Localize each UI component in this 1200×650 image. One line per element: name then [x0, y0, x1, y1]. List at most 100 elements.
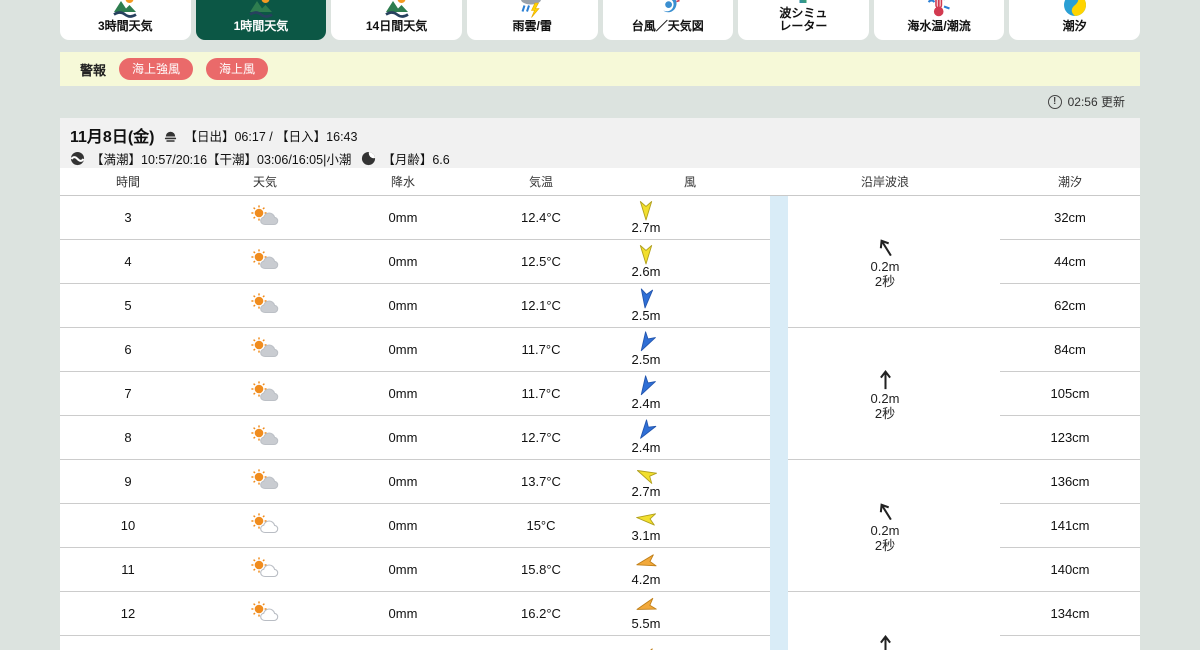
table-row: 12 0mm 16.2°C 5.5m [60, 592, 770, 636]
weather-icon [250, 381, 280, 406]
table-row: 3 0mm 12.4°C 2.7m [60, 196, 770, 240]
weather-icon [384, 0, 410, 18]
wind-direction-arrow: 4.2m [618, 552, 674, 587]
wind-direction-arrow: 2.7m [618, 464, 674, 499]
tab-tide[interactable]: 潮汐 [1009, 0, 1140, 40]
tab-label: 14日間天気 [365, 19, 428, 33]
warning-label: 警報 [80, 62, 107, 78]
temp-cell: 13.7°C [521, 474, 561, 489]
tide-level-cell: 84cm [1000, 328, 1140, 372]
tide-column: 32cm 44cm 62cm 84cm 105cm 123cm 136cm 141cm 140c… [1000, 196, 1140, 650]
update-time-text: 02:56 更新 [1067, 95, 1125, 109]
wind-direction-arrow: 2.7m [618, 200, 674, 235]
weather-cell [196, 425, 334, 450]
wave-direction-arrow [877, 499, 894, 523]
tab-3hour[interactable]: 3時間天気 [60, 0, 191, 40]
temp-cell: 12.7°C [521, 430, 561, 445]
column-header-2: 天気 [252, 175, 277, 189]
radar-icon [519, 0, 545, 18]
column-header-7: 潮汐 [1057, 175, 1082, 189]
wind-cell: 2.5m [610, 331, 770, 367]
weather-cell [196, 513, 334, 538]
tab-wavesim[interactable]: 波シミュ レーター [738, 0, 869, 40]
precip-cell: 0mm [388, 342, 418, 357]
hour-cell: 11 [121, 562, 135, 577]
info-icon: ! [1047, 94, 1062, 109]
hour-cell: 8 [124, 430, 132, 445]
weather-cell [196, 337, 334, 362]
wave-period: 2秒 [874, 537, 896, 553]
wind-speed: 2.7m [631, 484, 661, 499]
hour-cell: 10 [120, 518, 136, 533]
wind-direction-arrow: 5.5m [618, 596, 674, 631]
tab-radar[interactable]: 雨雲/雷 [466, 0, 598, 40]
table-row: 7 0mm 11.7°C 2.4m [60, 372, 770, 416]
tab-label: 1時間天気 [233, 19, 289, 33]
wind-speed: 5.5m [631, 616, 661, 631]
tide-times-text: 【満潮】10:57/20:16【干潮】03:06/16:05|小潮 [91, 152, 352, 167]
tab-14day[interactable]: 14日間天気 [331, 0, 462, 40]
tide-level-cell: 141cm [1000, 504, 1140, 548]
wind-speed: 4.2m [631, 572, 661, 587]
wave-direction-arrow [877, 367, 894, 391]
tab-label: 波シミュ レーター [779, 6, 828, 33]
temp-cell: 11.7°C [521, 386, 561, 401]
seatemp-icon [926, 0, 952, 18]
tide-level-cell: 134cm [1000, 592, 1140, 636]
wave-column-stripe [770, 196, 788, 650]
precip-cell: 0mm [388, 298, 418, 313]
tab-seatemp[interactable]: 海水温/潮流 [873, 0, 1005, 40]
wavesim-icon [790, 0, 816, 5]
warning-badge[interactable]: 海上強風 [119, 58, 194, 80]
column-header-1: 時間 [115, 175, 140, 189]
tab-label: 海水温/潮流 [907, 19, 971, 33]
table-row: 6 0mm 11.7°C 2.5m [60, 328, 770, 372]
precip-cell: 0mm [388, 606, 418, 621]
hour-cell: 5 [124, 298, 132, 313]
weather-icon [250, 337, 280, 362]
temp-cell: 12.5°C [521, 254, 561, 269]
weather-page: 3時間天気 1時間天気 14日間天気 雨雲/雷 台風／天気図 波シミュ レーター 海水温/潮… [0, 0, 1200, 650]
wave-direction-arrow [877, 235, 894, 259]
tab-label: 台風／天気図 [631, 19, 704, 33]
temp-cell: 12.1°C [521, 298, 561, 313]
weather-icon [250, 293, 280, 318]
table-row: 11 0mm 15.8°C 4.2m [60, 548, 770, 592]
wave-cell: 0.2m 2秒 [788, 196, 1000, 328]
weather-cell [196, 293, 334, 318]
date-label: 11月8日(金) [70, 129, 155, 146]
tab-bar: 3時間天気 1時間天気 14日間天気 雨雲/雷 台風／天気図 波シミュ レーター 海水温/潮… [60, 0, 1140, 40]
wind-direction-arrow: 2.4m [618, 375, 674, 411]
wind-speed: 2.5m [631, 308, 661, 323]
precip-cell: 0mm [388, 210, 418, 225]
tab-label: 潮汐 [1062, 19, 1087, 33]
hourly-rows: 3 0mm 12.4°C 2.7m 4 0mm 12.5°C 2.6m 5 0mm 12.1°C 2.… [60, 196, 770, 650]
wave-height: 0.2m [870, 390, 900, 406]
wind-direction-arrow: 2.4m [618, 419, 674, 455]
tab-label: 雨雲/雷 [512, 19, 552, 33]
sunrise-icon [163, 128, 178, 143]
tab-1hour[interactable]: 1時間天気 [195, 0, 327, 40]
weather-icon [250, 601, 280, 626]
wind-cell: 4.2m [610, 552, 770, 587]
weather-icon [250, 205, 280, 230]
weather-cell [196, 557, 334, 582]
tide-level-cell: 123cm [1000, 416, 1140, 460]
wind-speed: 3.1m [631, 528, 661, 543]
warning-badge[interactable]: 海上風 [206, 58, 269, 80]
wave-cell [788, 592, 1000, 650]
precip-cell: 0mm [388, 386, 418, 401]
weather-icon [248, 0, 274, 18]
temp-cell: 16.2°C [521, 606, 561, 621]
typhoon-icon [655, 0, 681, 18]
tab-typhoon[interactable]: 台風／天気図 [602, 0, 734, 40]
warning-badges: 海上強風 海上風 [106, 58, 269, 80]
tide-level-cell: 32cm [1000, 196, 1140, 240]
weather-cell [196, 601, 334, 626]
tide-level-cell: 136cm [1000, 460, 1140, 504]
hour-cell: 3 [124, 210, 132, 225]
wind-speed: 2.7m [631, 220, 661, 235]
hour-cell: 6 [124, 342, 132, 357]
column-header-6: 沿岸波浪 [860, 175, 909, 189]
sun-times-text: 【日出】06:17 / 【日入】16:43 [184, 129, 358, 144]
